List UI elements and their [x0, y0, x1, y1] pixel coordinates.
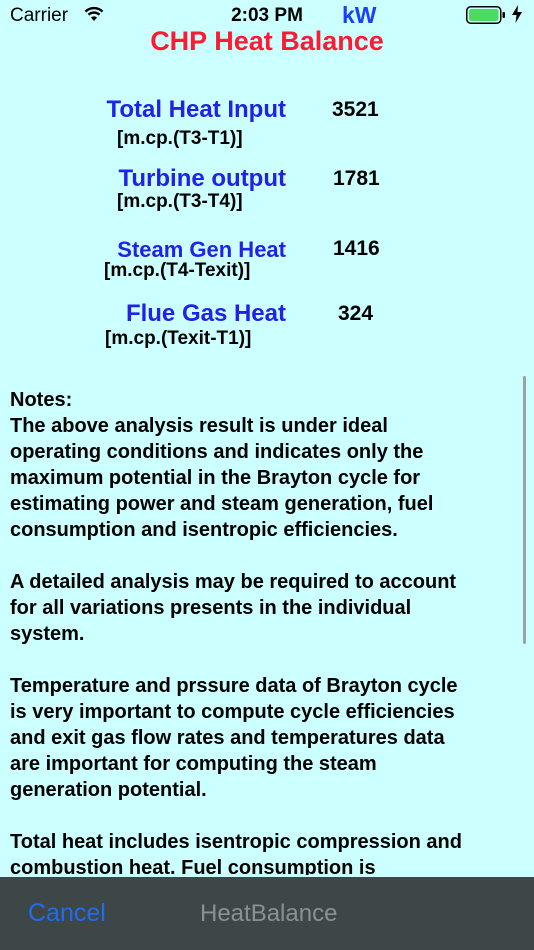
balance-value: 324	[338, 302, 374, 325]
notes-paragraph: A detailed analysis may be required to a…	[10, 571, 457, 645]
balance-formula: [m.cp.(T4-Texit)]	[104, 260, 251, 281]
bottom-toolbar: Cancel HeatBalance	[0, 877, 534, 950]
notes-paragraph: Notes: The above analysis result is unde…	[10, 389, 434, 541]
battery-icon	[466, 6, 506, 24]
balance-label: Turbine output	[118, 165, 286, 192]
balance-label: Total Heat Input	[106, 96, 286, 123]
scroll-indicator[interactable]	[523, 376, 526, 644]
balance-label: Flue Gas Heat	[125, 300, 286, 327]
cancel-button[interactable]: Cancel	[28, 899, 106, 928]
notes-text-view[interactable]: Notes: The above analysis result is unde…	[10, 387, 518, 875]
balance-value: 1416	[333, 237, 380, 260]
balance-formula: [m.cp.(T3-T4)]	[117, 191, 243, 212]
charging-bolt-icon	[512, 5, 522, 26]
clock-time: 2:03 PM	[231, 5, 303, 26]
toolbar-title: HeatBalance	[200, 900, 338, 927]
balance-formula: [m.cp.(T3-T1)]	[117, 128, 243, 149]
page-title: CHP Heat Balance	[150, 26, 384, 56]
balance-formula: [m.cp.(Texit-T1)]	[105, 328, 252, 349]
notes-paragraph: Total heat includes isentropic compressi…	[10, 831, 462, 875]
unit-label: kW	[342, 2, 377, 28]
balance-value: 1781	[333, 167, 380, 190]
notes-paragraph: Temperature and prssure data of Brayton …	[10, 675, 458, 801]
balance-value: 3521	[332, 98, 379, 121]
